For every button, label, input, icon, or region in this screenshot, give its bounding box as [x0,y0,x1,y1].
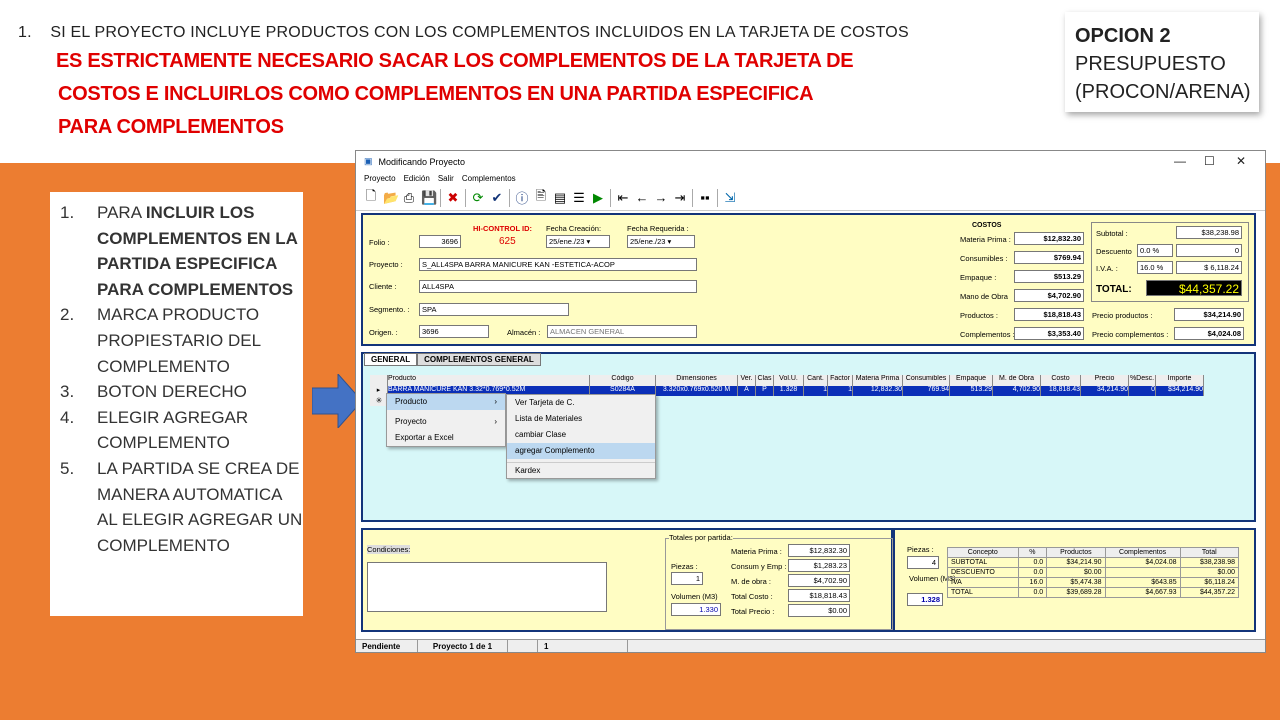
tot-precio: $0.00 [788,604,850,617]
tab-general[interactable]: GENERAL [364,353,418,366]
print-icon[interactable]: ⎙ [402,190,416,206]
check-icon[interactable]: ✔ [490,190,504,206]
summary-table: Concepto% Productos Complementos Total SUBT… [947,547,1240,598]
cliente-field[interactable]: ALL4SPA [419,280,697,293]
prev-icon[interactable]: ← [635,190,649,205]
tot-costo: $18,818.43 [788,589,850,602]
mano-obra-value: $4,702.90 [1014,289,1084,302]
ctx-lista-materiales[interactable]: Lista de Materiales [507,411,655,427]
menu-bar: Proyecto Edición Salir Complementos [356,172,1265,185]
grid-header: Producto Código Dimensiones Ver. Clas Vol.U. C… [370,375,1204,386]
ctx-cambiar-clase[interactable]: cambiar Clase [507,427,655,443]
table-row: IVA 16.0 $5,474.38 $643.85 $6,118.24 [947,577,1240,588]
app-window: ▣ Modificando Proyecto — ☐ ✕ Proyecto Ed… [355,150,1266,653]
complementos-value: $3,353.40 [1014,327,1084,340]
play-icon[interactable]: ▶ [591,190,605,206]
menu-proyecto[interactable]: Proyecto [364,174,396,183]
report-icon[interactable]: ▤ [553,190,567,206]
condiciones-field[interactable] [367,562,607,612]
tab-strip: GENERAL COMPLEMENTOS GENERAL [364,353,541,366]
record-icon[interactable]: ▪▪ [698,190,712,205]
piezas-total-field: 4 [907,556,939,569]
document-icon[interactable]: 🖹 [534,187,548,209]
table-row: TOTAL 0.0 $39,689.28 $4,667.93 $44,357.22 [947,587,1240,598]
almacen-select[interactable]: ALMACEN GENERAL [547,325,697,338]
empaque-value: $513.29 [1014,270,1084,283]
piezas-field[interactable]: 1 [671,572,703,585]
tot-consum: $1,283.23 [788,559,850,572]
first-icon[interactable]: ⇤ [616,190,630,206]
tab-complementos-general[interactable]: COMPLEMENTOS GENERAL [417,353,541,366]
subtotal-value: $38,238.98 [1176,226,1242,239]
status-record: Proyecto 1 de 1 [418,639,508,652]
list-icon[interactable]: ☰ [572,190,586,206]
tot-materia: $12,832.30 [788,544,850,557]
context-menu: Producto › Proyecto › Exportar a Excel [386,393,506,447]
precio-productos-value: $34,214.90 [1174,308,1244,321]
table-row: DESCUENTO 0.0 $0.00 $0.00 [947,567,1240,578]
intro-step: 1. SI EL PROYECTO INCLUYE PRODUCTOS CON … [18,24,909,41]
save-icon[interactable]: 💾 [421,190,437,206]
ctx-ver-tarjeta[interactable]: Ver Tarjeta de C. [507,395,655,411]
ctx-agregar-complemento[interactable]: agregar Complemento [507,443,655,459]
tot-obra: $4,702.90 [788,574,850,587]
menu-edicion[interactable]: Edición [404,174,430,183]
app-icon: ▣ [364,156,373,166]
menu-complementos[interactable]: Complementos [462,174,516,183]
maximize-icon[interactable]: ☐ [1204,154,1215,168]
open-icon[interactable]: 📂 [383,190,399,206]
status-state: Pendiente [356,639,418,652]
warning-line-3: PARA COMPLEMENTOS [58,116,284,138]
ctx-producto[interactable]: Producto › [387,394,505,410]
summary-panel: Piezas : 4 Volumen (M3): 1.328 Concepto%… [893,528,1256,632]
descuento-pct[interactable]: 0.0 % [1137,244,1173,257]
volumen-field: 1.330 [671,603,721,616]
last-icon[interactable]: ⇥ [673,190,687,206]
total-display: $44,357.22 [1146,280,1242,296]
option-box: OPCION 2 PRESUPUESTO (PROCON/ARENA) [1065,12,1259,112]
context-submenu: Ver Tarjeta de C. Lista de Materiales ca… [506,394,656,479]
origen-field[interactable]: 3696 [419,325,489,338]
ctx-kardex[interactable]: Kardex [507,462,655,478]
ctx-exportar[interactable]: Exportar a Excel [387,430,505,446]
volumen-total-field: 1.328 [907,593,943,606]
fecha-creacion-field[interactable]: 25/ene./23 ▾ [546,235,610,248]
window-title: Modificando Proyecto [378,156,466,167]
info-icon[interactable]: ⓘ [515,188,529,207]
option-line: (PROCON/ARENA) [1075,81,1251,103]
iva-value: $ 6,118.24 [1176,261,1242,274]
iva-pct[interactable]: 16.0 % [1137,261,1173,274]
ctx-proyecto[interactable]: Proyecto › [387,414,505,430]
status-bar: Pendiente Proyecto 1 de 1 1 [356,639,1265,652]
conditions-panel: Condiciones: Totales por partida: Piezas… [361,528,893,632]
productos-value: $18,818.43 [1014,308,1084,321]
title-bar: ▣ Modificando Proyecto — ☐ ✕ [356,151,1265,172]
instructions-box: 1. PARA INCLUIR LOS COMPLEMENTOS EN LA PA… [50,192,303,616]
materia-prima-value: $12,832.30 [1014,232,1084,245]
warning-line-1: ES ESTRICTAMENTE NECESARIO SACAR LOS COM… [56,50,854,72]
status-count: 1 [538,639,628,652]
new-icon[interactable]: 🗋 [364,187,378,209]
descuento-value: 0 [1176,244,1242,257]
proyecto-select[interactable]: S_ALL4SPA BARRA MANICURE KAN -ESTETICA-A… [419,258,697,271]
menu-salir[interactable]: Salir [438,174,454,183]
warning-line-2: COSTOS E INCLUIRLOS COMO COMPLEMENTOS EN… [58,83,814,105]
delete-icon[interactable]: ✖ [446,190,460,206]
table-row: SUBTOTAL 0.0 $34,214.90 $4,024.08 $38,238.98 [947,557,1240,568]
close-icon[interactable]: ✕ [1236,154,1246,168]
fecha-requerida-field[interactable]: 25/ene./23 ▾ [627,235,695,248]
segmento-field[interactable]: SPA [419,303,569,316]
exit-icon[interactable]: ⇲ [723,190,737,206]
minimize-icon[interactable]: — [1174,154,1186,168]
precio-complementos-value: $4,024.08 [1174,327,1244,340]
option-line: PRESUPUESTO [1075,53,1226,75]
next-icon[interactable]: → [654,190,668,205]
folio-field[interactable]: 3696 [419,235,461,248]
consumibles-value: $769.94 [1014,251,1084,264]
option-title: OPCION 2 [1075,25,1171,47]
toolbar: 🗋 📂 ⎙ 💾 ✖ ⟳ ✔ ⓘ 🖹 ▤ ☰ ▶ ⇤ ← → ⇥ ▪▪ ⇲ [356,185,1265,211]
hicontrol-value: 625 [499,236,516,247]
project-header-panel: Folio : 3696 HI-CONTROL ID: 625 Fecha Cr… [361,213,1256,346]
refresh-icon[interactable]: ⟳ [471,190,485,206]
